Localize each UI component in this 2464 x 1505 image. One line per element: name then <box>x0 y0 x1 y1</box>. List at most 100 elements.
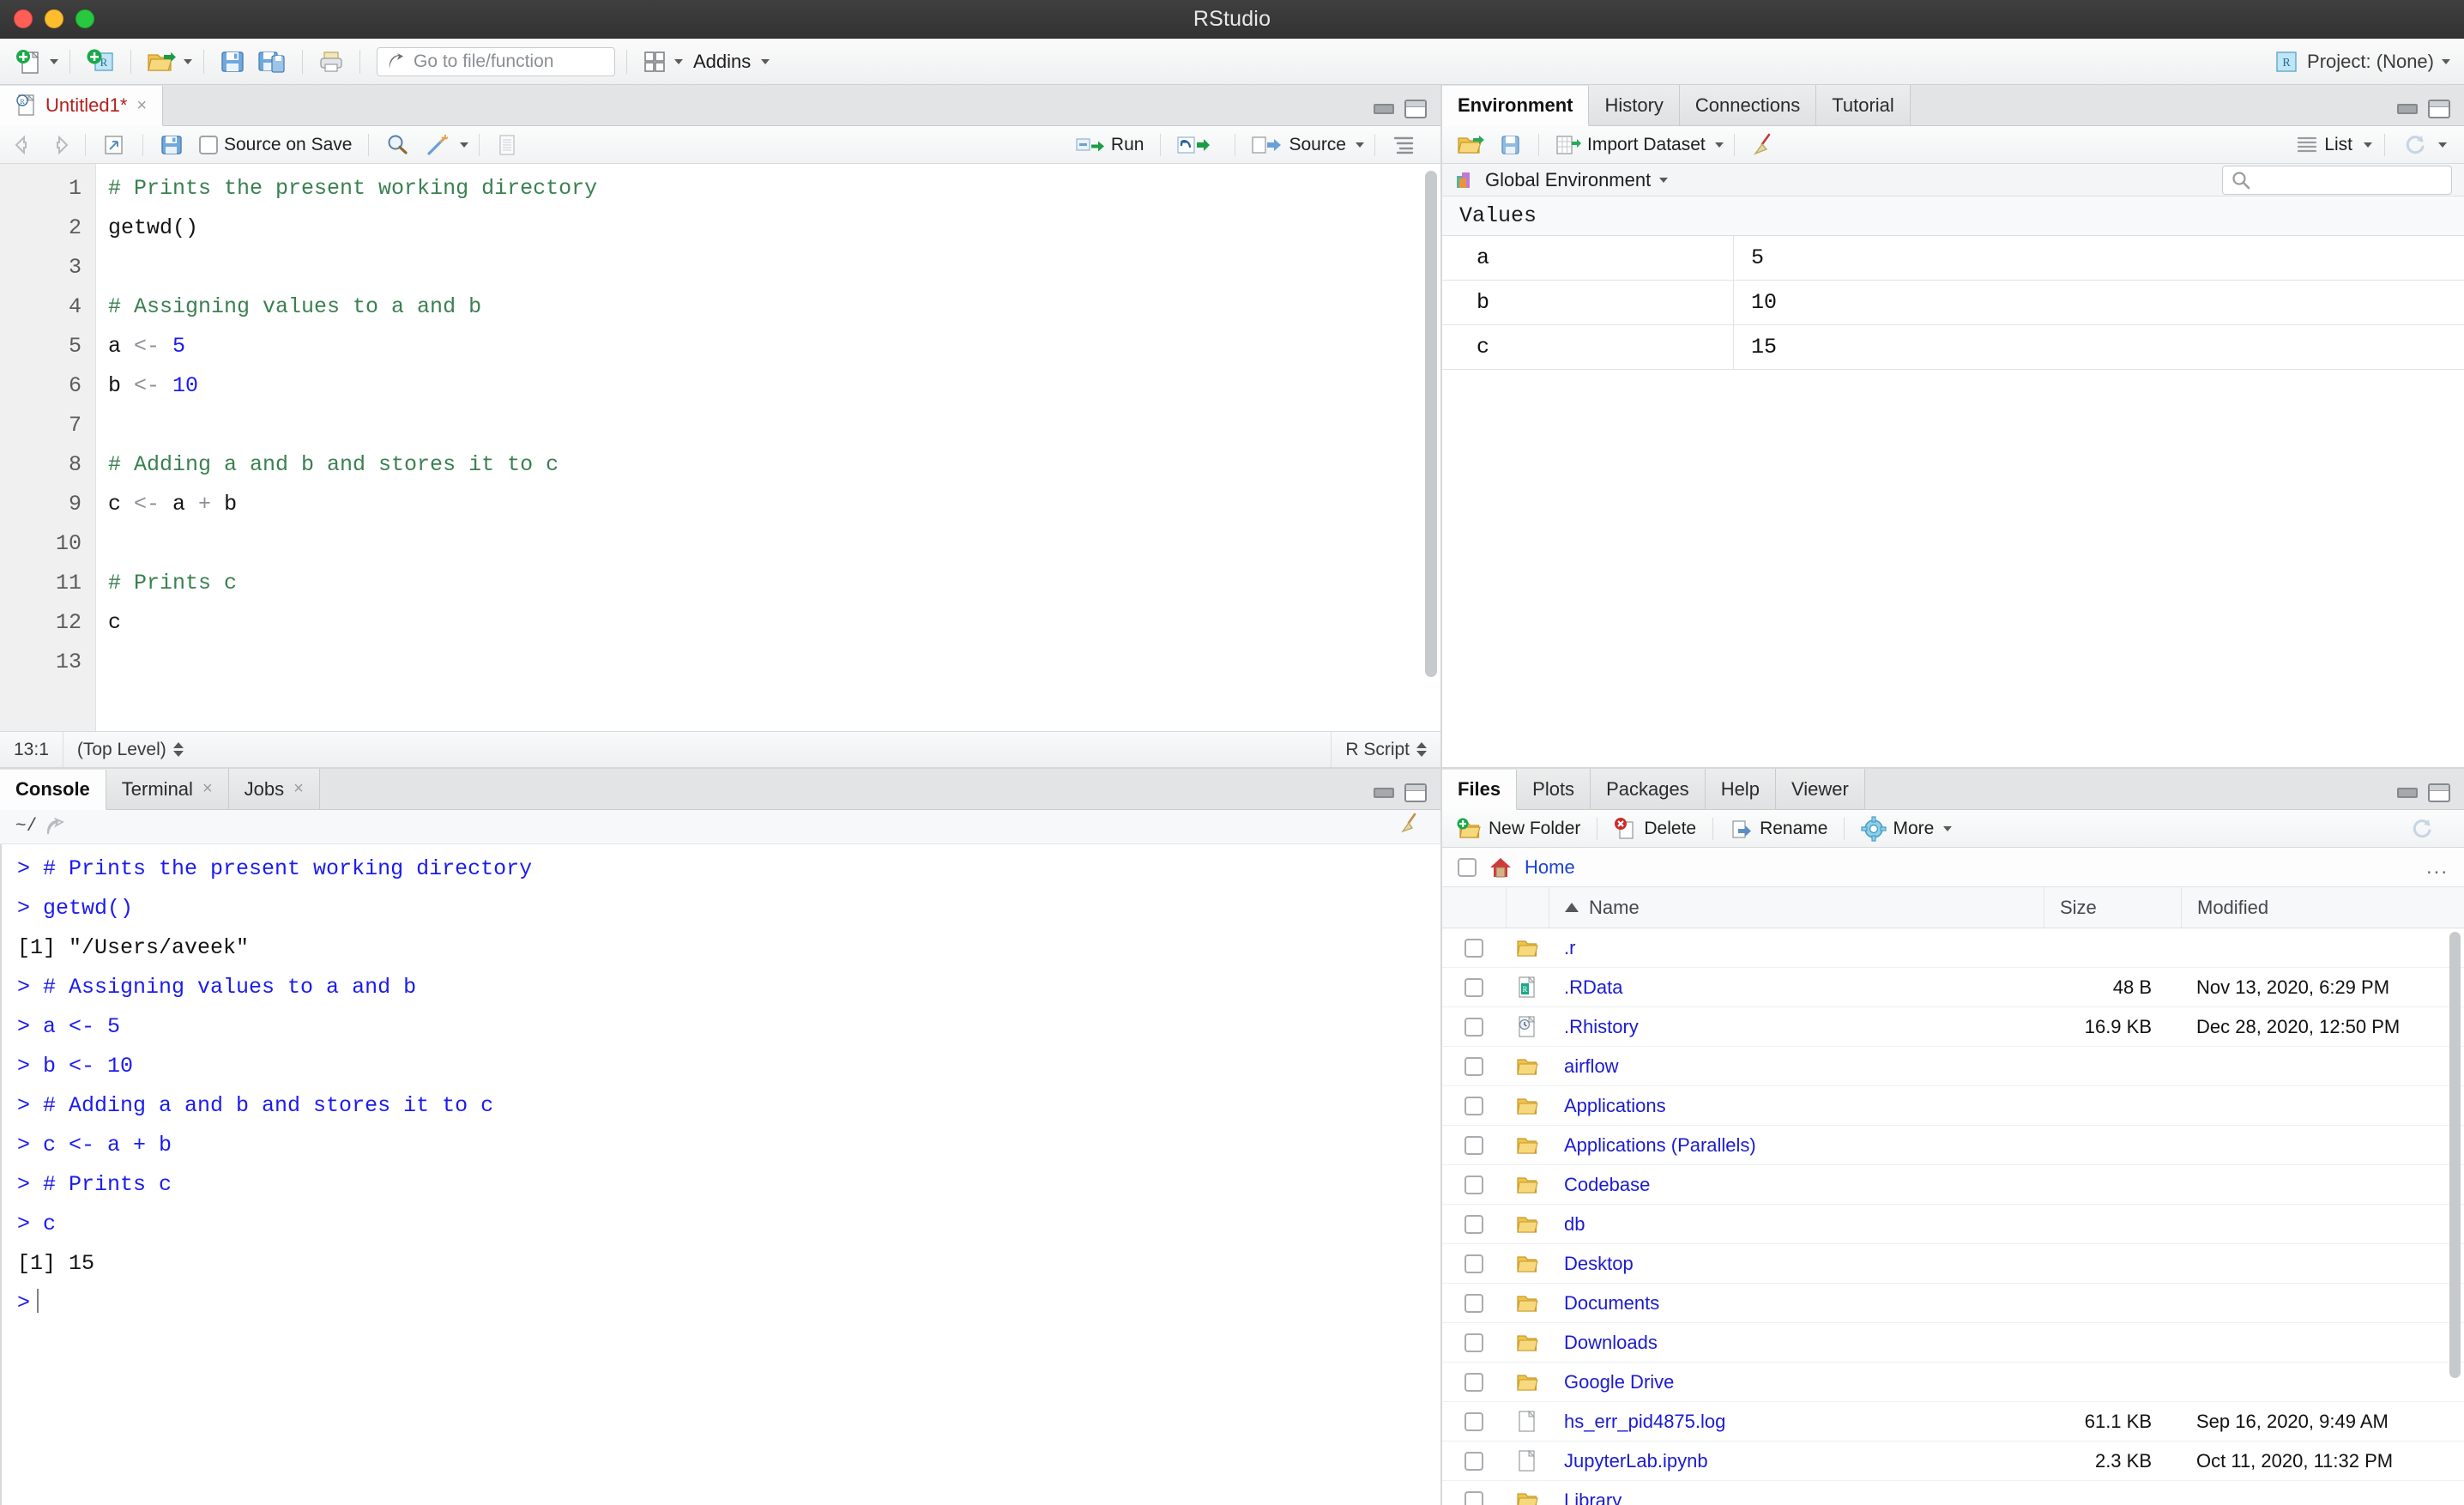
console-minimize-button[interactable] <box>1374 788 1394 798</box>
goto-file-function-box[interactable]: Go to file/function <box>377 47 615 76</box>
file-checkbox-cell[interactable] <box>1442 1412 1506 1431</box>
refresh-dropdown-icon[interactable] <box>2438 142 2447 148</box>
file-row[interactable]: Codebase <box>1442 1165 2464 1205</box>
file-name[interactable]: JupyterLab.ipynb <box>1549 1450 2044 1472</box>
file-name[interactable]: Downloads <box>1549 1332 2044 1354</box>
save-button[interactable] <box>215 46 250 77</box>
col-modified[interactable]: Modified <box>2181 887 2464 928</box>
file-row[interactable]: Applications <box>1442 1086 2464 1126</box>
file-row[interactable]: hs_err_pid4875.log61.1 KBSep 16, 2020, 9… <box>1442 1402 2464 1442</box>
file-row[interactable]: JupyterLab.ipynb2.3 KBOct 11, 2020, 11:3… <box>1442 1442 2464 1481</box>
source-on-save-box[interactable] <box>199 136 218 154</box>
file-checkbox[interactable] <box>1465 1452 1483 1471</box>
file-row[interactable]: .r <box>1442 928 2464 968</box>
file-row[interactable]: db <box>1442 1205 2464 1244</box>
file-name[interactable]: .r <box>1549 937 2044 959</box>
file-checkbox[interactable] <box>1465 1176 1483 1194</box>
code-line[interactable]: a <- 5 <box>108 327 1440 366</box>
files-overflow-icon[interactable]: ... <box>2426 855 2464 879</box>
new-file-dropdown-icon[interactable] <box>50 59 58 64</box>
file-name[interactable]: Desktop <box>1549 1253 2044 1275</box>
files-scrollbar[interactable] <box>2449 932 2461 1502</box>
global-environment-selector[interactable]: Global Environment <box>1454 169 1668 191</box>
environment-tab-environment[interactable]: Environment <box>1442 86 1589 126</box>
scope-selector[interactable]: (Top Level) <box>63 732 197 768</box>
file-name[interactable]: Applications (Parallels) <box>1549 1134 2044 1157</box>
environment-tab-history[interactable]: History <box>1589 85 1679 125</box>
load-workspace-button[interactable] <box>1451 131 1490 159</box>
file-checkbox[interactable] <box>1465 939 1483 958</box>
environment-tab-tutorial[interactable]: Tutorial <box>1816 85 1911 125</box>
environment-dropdown-icon[interactable] <box>1659 178 1668 183</box>
source-tab-untitled1[interactable]: R Untitled1* × <box>0 86 163 126</box>
file-checkbox[interactable] <box>1465 1097 1483 1115</box>
more-dropdown-icon[interactable] <box>1943 826 1952 831</box>
delete-button[interactable]: Delete <box>1608 815 1702 843</box>
files-tab-files[interactable]: Files <box>1442 770 1517 810</box>
panes-dropdown-icon[interactable] <box>674 59 683 64</box>
select-all-checkbox[interactable] <box>1458 858 1477 877</box>
save-source-button[interactable] <box>154 131 190 159</box>
view-mode-dropdown-icon[interactable] <box>2364 142 2372 148</box>
file-name[interactable]: db <box>1549 1213 2044 1236</box>
save-all-button[interactable] <box>253 46 291 77</box>
code-line[interactable]: # Assigning values to a and b <box>108 287 1440 327</box>
col-name[interactable]: Name <box>1549 887 2044 928</box>
file-checkbox-cell[interactable] <box>1442 1215 1506 1234</box>
file-row[interactable]: Applications (Parallels) <box>1442 1126 2464 1165</box>
editor-scrollbar[interactable] <box>1425 171 1437 722</box>
console-maximize-button[interactable] <box>1404 783 1427 802</box>
code-line[interactable]: # Prints the present working directory <box>108 169 1440 209</box>
rename-button[interactable]: Rename <box>1724 815 1833 843</box>
environment-tab-connections[interactable]: Connections <box>1680 85 1816 125</box>
console-tab-terminal[interactable]: Terminal× <box>106 769 229 809</box>
file-checkbox-cell[interactable] <box>1442 1057 1506 1076</box>
project-menu[interactable]: R Project: (None) <box>2274 39 2450 85</box>
file-name[interactable]: Codebase <box>1549 1174 2044 1196</box>
file-name[interactable]: Google Drive <box>1549 1371 2044 1393</box>
new-file-button[interactable] <box>12 45 46 78</box>
console-tab-jobs[interactable]: Jobs× <box>229 769 320 809</box>
more-button[interactable]: More <box>1855 814 1940 843</box>
file-checkbox[interactable] <box>1465 1254 1483 1273</box>
find-replace-button[interactable] <box>379 131 415 159</box>
file-name[interactable]: airflow <box>1549 1055 2044 1078</box>
file-row[interactable]: Downloads <box>1442 1323 2464 1363</box>
clear-workspace-button[interactable] <box>1745 131 1781 159</box>
file-row[interactable]: .Rhistory16.9 KBDec 28, 2020, 12:50 PM <box>1442 1007 2464 1047</box>
code-line[interactable] <box>108 406 1440 445</box>
files-list[interactable]: .rR.RData48 BNov 13, 2020, 6:29 PM.Rhist… <box>1442 928 2464 1505</box>
file-checkbox[interactable] <box>1465 1136 1483 1155</box>
file-checkbox[interactable] <box>1465 1018 1483 1037</box>
compile-report-button[interactable] <box>490 131 524 159</box>
file-checkbox-cell[interactable] <box>1442 1294 1506 1313</box>
files-tab-plots[interactable]: Plots <box>1517 769 1591 809</box>
project-dropdown-icon[interactable] <box>2442 59 2450 64</box>
file-checkbox[interactable] <box>1465 978 1483 997</box>
source-maximize-button[interactable] <box>1404 100 1427 118</box>
environment-minimize-button[interactable] <box>2397 104 2418 114</box>
file-name[interactable]: Applications <box>1549 1095 2044 1117</box>
file-name[interactable]: .RData <box>1549 976 2044 999</box>
file-row[interactable]: R.RData48 BNov 13, 2020, 6:29 PM <box>1442 968 2464 1007</box>
code-line[interactable]: getwd() <box>108 209 1440 248</box>
file-checkbox[interactable] <box>1465 1057 1483 1076</box>
open-file-dropdown-icon[interactable] <box>184 59 192 64</box>
breadcrumb-home[interactable]: Home <box>1525 856 1575 879</box>
code-line[interactable] <box>108 248 1440 287</box>
import-dataset-button[interactable]: Import Dataset <box>1549 131 1712 159</box>
environment-maximize-button[interactable] <box>2428 100 2450 118</box>
show-in-files-icon[interactable] <box>45 818 68 837</box>
file-checkbox[interactable] <box>1465 1412 1483 1431</box>
code-line[interactable]: c <- a + b <box>108 485 1440 524</box>
file-checkbox[interactable] <box>1465 1491 1483 1505</box>
console-broom-icon[interactable] <box>1398 813 1440 841</box>
scope-chevron-icon[interactable] <box>173 742 184 757</box>
file-checkbox-cell[interactable] <box>1442 939 1506 958</box>
file-checkbox[interactable] <box>1465 1373 1483 1392</box>
source-tab-close-icon[interactable]: × <box>136 96 147 116</box>
file-name[interactable]: .Rhistory <box>1549 1016 2044 1038</box>
code-line[interactable]: # Adding a and b and stores it to c <box>108 445 1440 485</box>
file-checkbox-cell[interactable] <box>1442 1136 1506 1155</box>
print-button[interactable] <box>314 46 348 77</box>
